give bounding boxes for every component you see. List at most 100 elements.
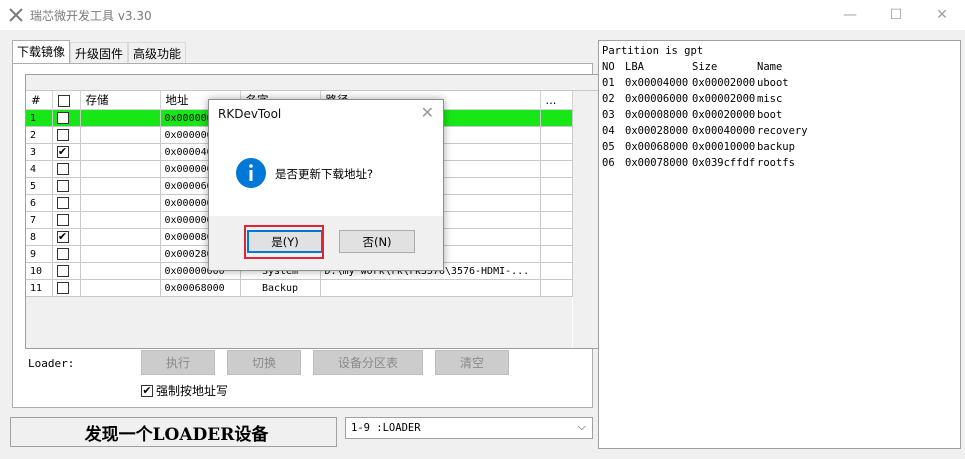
- partition-columns: NO LBA Size Name: [602, 59, 957, 75]
- partition-field: recovery: [757, 125, 808, 137]
- partition-field: 0x00002000: [692, 77, 756, 89]
- row-more: [540, 126, 573, 144]
- row-more: [540, 262, 573, 280]
- partition-field: 04: [602, 125, 615, 137]
- row-checkbox-box[interactable]: [56, 214, 69, 226]
- row-checkbox-box[interactable]: [56, 129, 69, 141]
- row-checkbox: ✔: [52, 228, 81, 246]
- row-more: [540, 245, 573, 263]
- row-checkbox-box[interactable]: [56, 197, 69, 209]
- partition-row: 03 0x00008000 0x00020000 boot: [602, 107, 957, 123]
- no-button[interactable]: 否(N): [339, 230, 415, 253]
- row-more: [540, 177, 573, 195]
- partition-log: Partition is gpt NO LBA Size Name 01 0x000040…: [598, 40, 961, 449]
- row-more: [540, 211, 573, 229]
- dialog-close-icon[interactable]: ✕: [421, 103, 434, 122]
- tab-advanced[interactable]: 高级功能: [128, 42, 187, 64]
- partition-field: 0x00078000: [625, 157, 689, 169]
- row-number: 9: [26, 245, 53, 263]
- partition-row: 01 0x00004000 0x00002000 uboot: [602, 75, 957, 91]
- col-header-storage: 存储: [80, 91, 161, 110]
- row-checkbox-box[interactable]: ✔: [56, 231, 69, 243]
- row-storage: [80, 126, 161, 144]
- maximize-button[interactable]: ☐: [873, 0, 919, 30]
- partition-field: LBA: [625, 61, 644, 73]
- partition-field: 0x00002000: [692, 93, 756, 105]
- row-checkbox-box[interactable]: [56, 112, 69, 124]
- row-more: [540, 194, 573, 212]
- partition-field: Size: [692, 61, 718, 73]
- row-number: 2: [26, 126, 53, 144]
- partition-field: rootfs: [757, 157, 795, 169]
- row-checkbox: [52, 126, 81, 144]
- partition-row: 05 0x00068000 0x00010000 backup: [602, 139, 957, 155]
- row-storage: [80, 245, 161, 263]
- col-header-check[interactable]: [52, 91, 81, 110]
- row-more: [540, 109, 573, 127]
- partition-field: 02: [602, 93, 615, 105]
- row-checkbox-box[interactable]: [56, 265, 69, 277]
- force-address-checkbox[interactable]: ✔: [141, 384, 153, 397]
- row-checkbox: [52, 262, 81, 280]
- minimize-button[interactable]: —: [827, 0, 873, 30]
- row-number: 5: [26, 177, 53, 195]
- force-address-option[interactable]: ✔ 强制按地址写: [141, 382, 228, 399]
- partition-table-button[interactable]: 设备分区表: [313, 350, 423, 375]
- execute-button[interactable]: 执行: [141, 350, 215, 375]
- tab-upgrade-firmware[interactable]: 升级固件: [70, 42, 129, 64]
- row-checkbox-box[interactable]: [56, 180, 69, 192]
- partition-field: 01: [602, 77, 615, 89]
- row-checkbox: [52, 109, 81, 127]
- row-number: 6: [26, 194, 53, 212]
- info-icon: [236, 158, 266, 188]
- row-number: 11: [26, 279, 53, 297]
- row-checkbox-box[interactable]: [56, 248, 69, 260]
- row-checkbox: [52, 177, 81, 195]
- table-row[interactable]: 11 0x00068000 Backup: [26, 279, 573, 297]
- clear-button[interactable]: 清空: [435, 350, 509, 375]
- tab-download-image[interactable]: 下载镜像: [12, 40, 71, 64]
- partition-row: 02 0x00006000 0x00002000 misc: [602, 91, 957, 107]
- empty-row: [26, 296, 572, 314]
- row-storage: [80, 279, 161, 297]
- partition-field: 03: [602, 109, 615, 121]
- highlight-box: [244, 225, 324, 259]
- select-all-checkbox[interactable]: [57, 94, 70, 107]
- loader-label: Loader:: [28, 357, 75, 370]
- row-number: 10: [26, 262, 53, 280]
- switch-button[interactable]: 切换: [227, 350, 301, 375]
- row-storage: [80, 143, 161, 161]
- chevron-down-icon[interactable]: ⌵: [578, 420, 586, 434]
- partition-field: NO: [602, 61, 615, 73]
- row-more: [540, 143, 573, 161]
- row-number: 4: [26, 160, 53, 178]
- row-path: [320, 279, 541, 297]
- partition-field: 0x00068000: [625, 141, 689, 153]
- partition-row: 06 0x00078000 0x039cffdf rootfs: [602, 155, 957, 171]
- partition-field: 06: [602, 157, 615, 169]
- row-checkbox-box[interactable]: ✔: [56, 146, 69, 158]
- row-checkbox: [52, 279, 81, 297]
- row-checkbox: [52, 211, 81, 229]
- close-button[interactable]: ✕: [919, 0, 965, 30]
- row-checkbox-box[interactable]: [56, 163, 69, 175]
- tools-icon: [9, 8, 23, 22]
- partition-field: boot: [757, 109, 783, 121]
- col-header-more: ...: [540, 91, 573, 110]
- partition-field: 0x00028000: [625, 125, 689, 137]
- partition-field: 0x00020000: [692, 109, 756, 121]
- partition-field: 0x00004000: [625, 77, 689, 89]
- row-checkbox: [52, 194, 81, 212]
- row-name: Backup: [240, 279, 321, 297]
- partition-field: 05: [602, 141, 615, 153]
- partition-row: 04 0x00028000 0x00040000 recovery: [602, 123, 957, 139]
- partition-field: uboot: [757, 77, 789, 89]
- device-select[interactable]: 1-9 :LOADER ⌵: [345, 417, 593, 439]
- row-number: 8: [26, 228, 53, 246]
- row-checkbox: ✔: [52, 143, 81, 161]
- row-storage: [80, 211, 161, 229]
- status-text: 发现一个LOADER设备: [10, 417, 337, 447]
- row-checkbox: [52, 245, 81, 263]
- row-checkbox-box[interactable]: [56, 282, 69, 294]
- row-checkbox: [52, 160, 81, 178]
